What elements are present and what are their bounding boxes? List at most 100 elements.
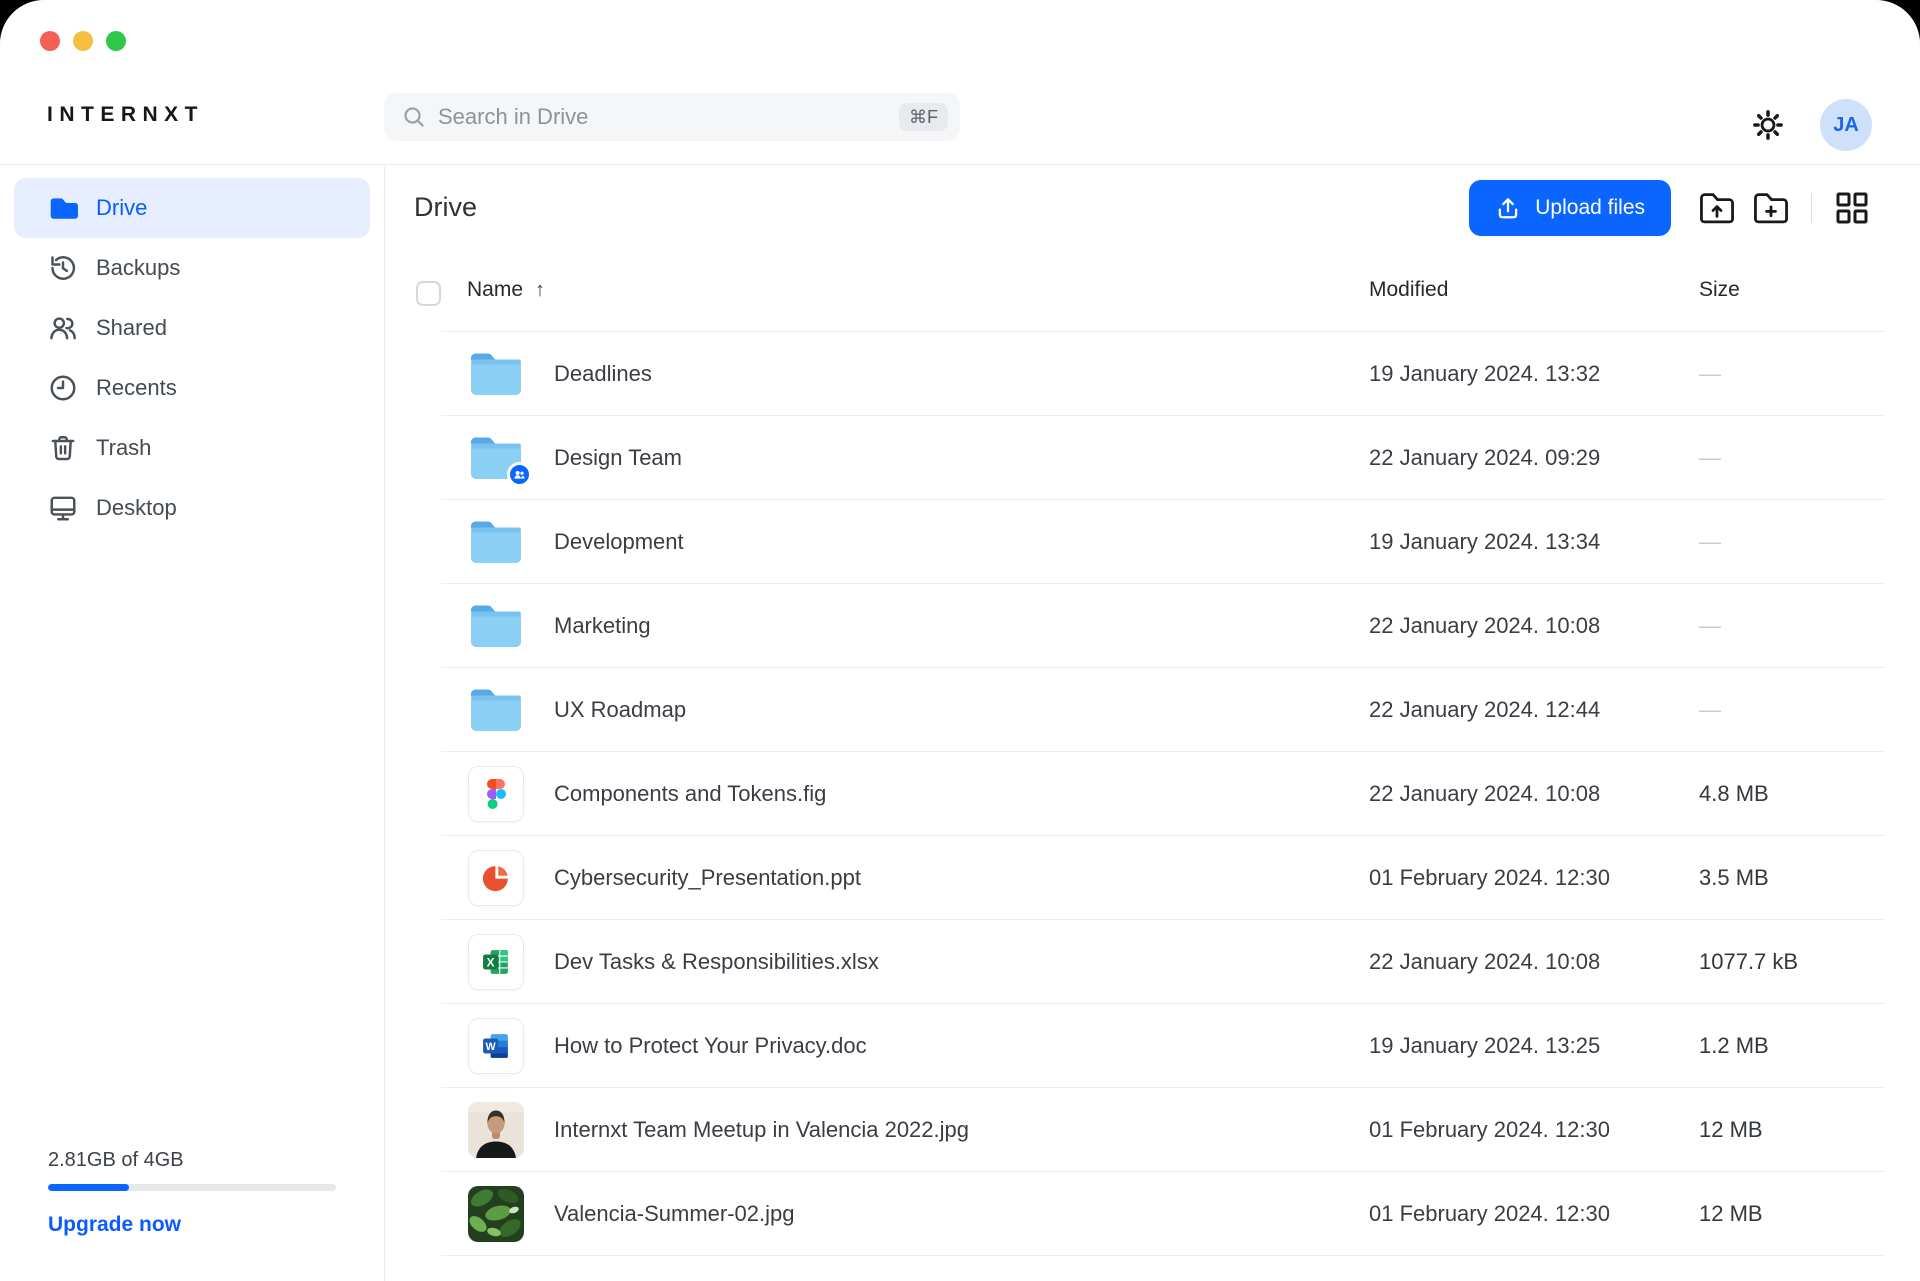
file-size: 1077.7 kB (1699, 920, 1798, 1004)
file-name: Components and Tokens.fig (554, 752, 826, 836)
sidebar-item-label: Shared (96, 315, 167, 341)
file-name: UX Roadmap (554, 668, 686, 752)
settings-button[interactable] (1752, 109, 1784, 141)
topbar: INTERNXT ⌘F (0, 0, 1920, 165)
avatar[interactable]: JA (1820, 99, 1872, 151)
file-size: 12 MB (1699, 1172, 1763, 1256)
window-controls (40, 31, 126, 51)
file-modified-date: 19 January 2024. 13:25 (1369, 1004, 1600, 1088)
search-bar[interactable]: ⌘F (384, 93, 960, 141)
file-modified-date: 22 January 2024. 10:08 (1369, 920, 1600, 1004)
sidebar-item-recents[interactable]: Recents (14, 358, 370, 418)
trash-icon (48, 433, 78, 463)
folder-icon (467, 518, 525, 566)
file-size: — (1699, 416, 1721, 500)
sidebar-item-shared[interactable]: Shared (14, 298, 370, 358)
main-content: Drive Upload files (386, 166, 1920, 1281)
search-input[interactable] (438, 104, 899, 130)
file-size: — (1699, 500, 1721, 584)
desktop-icon (48, 493, 78, 523)
table-row[interactable]: UX Roadmap 22 January 2024. 12:44 — (386, 668, 1920, 752)
page-title: Drive (414, 192, 477, 223)
storage-progress-bar (48, 1184, 336, 1191)
table-row[interactable]: Cybersecurity_Presentation.ppt 01 Februa… (386, 836, 1920, 920)
file-name: Dev Tasks & Responsibilities.xlsx (554, 920, 879, 1004)
close-window-button[interactable] (40, 31, 60, 51)
main-header: Drive Upload files (386, 166, 1920, 256)
grid-view-icon (1834, 190, 1870, 226)
sidebar-item-desktop[interactable]: Desktop (14, 478, 370, 538)
sort-ascending-icon: ↑ (535, 279, 545, 301)
table-row[interactable]: Development 19 January 2024. 13:34 — (386, 500, 1920, 584)
file-name: How to Protect Your Privacy.doc (554, 1004, 867, 1088)
word-file-icon: W (468, 1018, 524, 1074)
clock-icon (48, 373, 78, 403)
gear-icon (1752, 109, 1784, 141)
upload-folder-button[interactable] (1697, 188, 1737, 228)
figma-file-icon (468, 766, 524, 822)
file-size: 12 MB (1699, 1088, 1763, 1172)
file-size: — (1699, 668, 1721, 752)
history-icon (48, 253, 78, 283)
sidebar-item-drive[interactable]: Drive (14, 178, 370, 238)
shared-people-icon (512, 467, 527, 482)
sidebar-item-label: Recents (96, 375, 177, 401)
file-list: Deadlines 19 January 2024. 13:32 — Desig… (386, 332, 1920, 1281)
grid-view-button[interactable] (1832, 188, 1872, 228)
internxt-logo: INTERNXT (47, 103, 204, 127)
file-name: Internxt Team Meetup in Valencia 2022.jp… (554, 1088, 969, 1172)
upgrade-link[interactable]: Upgrade now (48, 1213, 181, 1237)
folder-icon (467, 602, 525, 650)
file-modified-date: 19 January 2024. 13:34 (1369, 500, 1600, 584)
column-header-modified[interactable]: Modified (1369, 278, 1448, 302)
file-size: 3.5 MB (1699, 836, 1769, 920)
table-row[interactable]: Deadlines 19 January 2024. 13:32 — (386, 332, 1920, 416)
svg-text:W: W (486, 1041, 497, 1053)
svg-text:X: X (487, 955, 495, 969)
table-row[interactable]: Valencia-Summer-02.jpg 01 February 2024.… (386, 1172, 1920, 1256)
table-row[interactable]: X Dev Tasks & Responsibilities.xlsx 22 J… (386, 920, 1920, 1004)
table-row[interactable]: Components and Tokens.fig 22 January 202… (386, 752, 1920, 836)
sidebar-item-backups[interactable]: Backups (14, 238, 370, 298)
table-row[interactable]: Design Team 22 January 2024. 09:29 — (386, 416, 1920, 500)
upload-files-label: Upload files (1535, 196, 1645, 220)
table-row[interactable]: Internxt Team Meetup in Valencia 2022.jp… (386, 1088, 1920, 1172)
upload-icon (1495, 195, 1521, 221)
file-size: 4.8 MB (1699, 752, 1769, 836)
select-all-checkbox[interactable] (416, 281, 441, 306)
search-shortcut-badge: ⌘F (899, 103, 948, 131)
shared-badge (507, 462, 532, 487)
table-header: Name↑ Modified Size (386, 256, 1920, 332)
file-name: Cybersecurity_Presentation.ppt (554, 836, 861, 920)
file-size: 1.2 MB (1699, 1004, 1769, 1088)
file-modified-date: 22 January 2024. 12:44 (1369, 668, 1600, 752)
zoom-window-button[interactable] (106, 31, 126, 51)
file-modified-date: 01 February 2024. 12:30 (1369, 1088, 1610, 1172)
column-header-size[interactable]: Size (1699, 278, 1740, 302)
file-size: — (1699, 584, 1721, 668)
file-name: Valencia-Summer-02.jpg (554, 1172, 794, 1256)
sidebar-item-label: Drive (96, 195, 147, 221)
new-folder-button[interactable] (1751, 188, 1791, 228)
file-name: Marketing (554, 584, 651, 668)
folder-plus-icon (1751, 190, 1791, 226)
app-window: INTERNXT ⌘F (0, 0, 1920, 1281)
photo-thumbnail-person (468, 1102, 524, 1158)
folder-icon (467, 686, 525, 734)
upload-files-button[interactable]: Upload files (1469, 180, 1671, 236)
topbar-right: JA (1752, 99, 1872, 151)
sidebar-item-trash[interactable]: Trash (14, 418, 370, 478)
sidebar-nav: Drive Backups Shared Recents (14, 178, 370, 538)
file-modified-date: 22 January 2024. 10:08 (1369, 584, 1600, 668)
table-row[interactable]: Marketing 22 January 2024. 10:08 — (386, 584, 1920, 668)
sidebar-item-label: Trash (96, 435, 151, 461)
sidebar-item-label: Backups (96, 255, 180, 281)
table-row[interactable]: W How to Protect Your Privacy.doc 19 Jan… (386, 1004, 1920, 1088)
sidebar: Drive Backups Shared Recents (0, 166, 385, 1281)
minimize-window-button[interactable] (73, 31, 93, 51)
sidebar-item-label: Desktop (96, 495, 177, 521)
folder-upload-icon (1697, 190, 1737, 226)
file-modified-date: 01 February 2024. 12:30 (1369, 836, 1610, 920)
column-header-name[interactable]: Name↑ (467, 278, 545, 302)
file-name: Deadlines (554, 332, 652, 416)
